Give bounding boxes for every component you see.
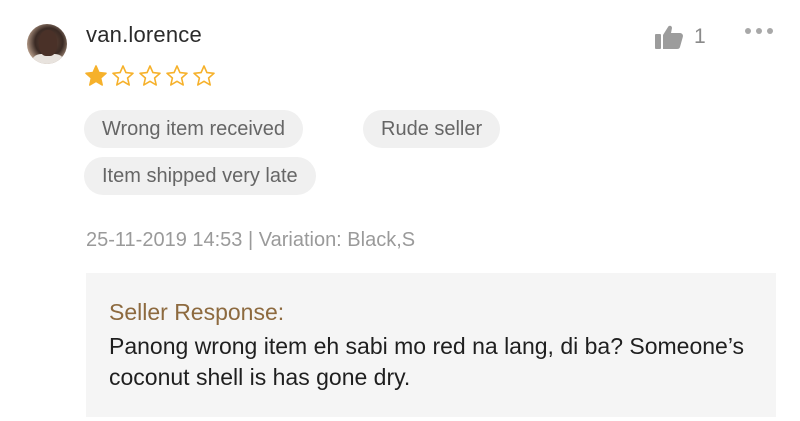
seller-response-text: Panong wrong item eh sabi mo red na lang… — [109, 333, 745, 390]
star-outline-icon — [193, 65, 215, 86]
dot — [745, 28, 751, 34]
user-avatar[interactable] — [27, 24, 67, 64]
tag-rude-seller: Rude seller — [363, 110, 501, 148]
like-button[interactable]: 1 — [654, 24, 706, 50]
review-meta: 25-11-2019 14:53 | Variation: Black,S — [86, 229, 416, 251]
star-rating — [84, 64, 216, 88]
star-outline-icon — [112, 65, 134, 86]
dot — [767, 28, 773, 34]
tag-shipped-late: Item shipped very late — [84, 157, 316, 195]
seller-response-box: Seller Response: Panong wrong item eh sa… — [86, 273, 776, 417]
avatar-face — [39, 30, 57, 56]
username[interactable]: van.lorence — [86, 22, 202, 48]
thumbs-up-icon — [655, 25, 683, 49]
star-outline-icon — [166, 65, 188, 86]
dot — [756, 28, 762, 34]
star-outline-icon — [139, 65, 161, 86]
more-options-icon[interactable] — [745, 28, 773, 34]
seller-response-title: Seller Response: — [109, 299, 285, 325]
like-count: 1 — [694, 25, 706, 48]
tag-wrong-item: Wrong item received — [84, 110, 304, 148]
star-filled-icon — [85, 65, 107, 86]
